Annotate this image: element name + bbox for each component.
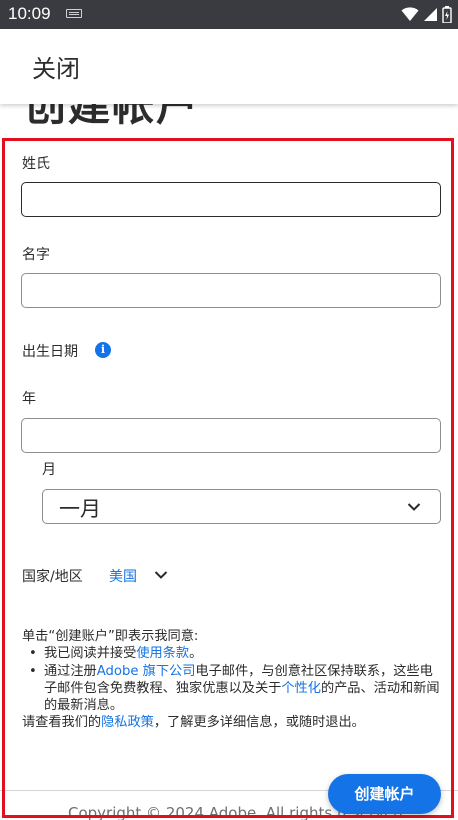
list-item: 我已阅读并接受使用条款。 bbox=[22, 645, 442, 663]
list-item: 通过注册Adobe 旗下公司电子邮件，与创意社区保持联系，这些电子邮件包含免费教… bbox=[22, 663, 442, 715]
consent-item-text: 。 bbox=[189, 646, 203, 662]
privacy-line: 请查看我们的隐私政策，了解更多详细信息，或随时退出。 bbox=[22, 714, 442, 731]
info-icon[interactable]: i bbox=[95, 342, 111, 358]
chevron-down-icon bbox=[407, 503, 421, 511]
month-label: 月 bbox=[42, 462, 56, 478]
privacy-text: 请查看我们的 bbox=[22, 715, 102, 731]
birthdate-label: 出生日期 bbox=[22, 344, 78, 360]
consent-intro: 单击“创建账户”即表示我同意: bbox=[22, 629, 199, 644]
month-value: 一月 bbox=[59, 497, 101, 521]
wifi-icon bbox=[401, 7, 419, 21]
signal-icon bbox=[424, 8, 437, 21]
create-account-button[interactable]: 创建帐户 bbox=[328, 774, 441, 814]
keyboard-icon bbox=[66, 9, 82, 18]
battery-icon bbox=[442, 5, 452, 23]
month-select[interactable]: 一月 bbox=[42, 489, 441, 524]
consent-item-text: 我已阅读并接受 bbox=[44, 646, 137, 662]
country-label: 国家/地区 bbox=[22, 569, 83, 585]
close-button[interactable]: 关闭 bbox=[32, 49, 80, 84]
status-icons bbox=[401, 5, 452, 23]
terms-of-use-link[interactable]: 使用条款 bbox=[136, 646, 189, 661]
year-label: 年 bbox=[22, 391, 36, 407]
first-name-label: 名字 bbox=[22, 247, 50, 263]
chevron-down-icon[interactable] bbox=[154, 570, 168, 580]
consent-list: 我已阅读并接受使用条款。 通过注册Adobe 旗下公司电子邮件，与创意社区保持联… bbox=[22, 645, 442, 714]
first-name-input[interactable] bbox=[21, 273, 441, 308]
consent-text: 单击“创建账户”即表示我同意: 我已阅读并接受使用条款。 通过注册Adobe 旗… bbox=[22, 628, 442, 732]
app-bar: 关闭 bbox=[0, 29, 458, 104]
last-name-label: 姓氏 bbox=[22, 156, 50, 172]
privacy-text: ，了解更多详细信息，或随时退出。 bbox=[153, 715, 365, 731]
country-select[interactable]: 美国 bbox=[109, 566, 137, 586]
personalized-link[interactable]: 个性化 bbox=[281, 681, 321, 696]
consent-item-text: 通过注册 bbox=[44, 663, 97, 679]
year-input[interactable] bbox=[21, 418, 441, 453]
last-name-input[interactable] bbox=[21, 182, 441, 217]
status-bar: 10:09 bbox=[0, 0, 458, 29]
adobe-family-link[interactable]: Adobe 旗下公司 bbox=[97, 664, 196, 679]
status-time: 10:09 bbox=[8, 4, 51, 23]
privacy-policy-link[interactable]: 隐私政策 bbox=[101, 715, 154, 730]
